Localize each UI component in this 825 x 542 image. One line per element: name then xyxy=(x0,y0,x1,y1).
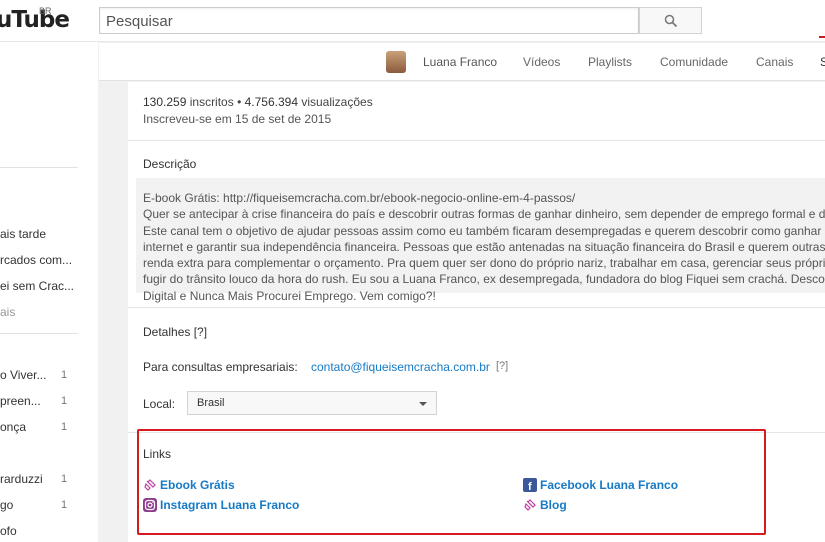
svg-text:f: f xyxy=(528,481,532,492)
search-input[interactable]: Pesquisar xyxy=(99,7,639,34)
section-divider xyxy=(128,140,825,141)
description-title: Descrição xyxy=(143,157,197,171)
subscription-item[interactable]: preen... xyxy=(0,394,41,408)
subscription-count: 1 xyxy=(61,473,68,485)
link-label: Blog xyxy=(540,498,567,512)
business-help-link[interactable]: [?] xyxy=(496,360,508,372)
tab-community[interactable]: Comunidade xyxy=(660,55,728,69)
description-text: E-book Grátis: http://fiqueisemcracha.co… xyxy=(143,191,825,303)
youtube-logo[interactable]: uTube xyxy=(0,7,70,33)
link-blog[interactable]: Blog xyxy=(523,498,567,512)
business-inquiries-label: Para consultas empresariais: xyxy=(143,360,298,374)
sidebar-item-playlist[interactable]: ei sem Crac... xyxy=(0,279,74,293)
subscription-count: 1 xyxy=(61,395,68,407)
views-label: visualizações xyxy=(298,95,373,109)
subscription-item[interactable]: rarduzzi xyxy=(0,472,43,486)
tab-about[interactable]: S xyxy=(820,55,825,69)
channel-stats: 130.259 inscritos • 4.756.394 visualizaç… xyxy=(143,95,373,109)
facebook-icon: f xyxy=(523,478,537,492)
instagram-icon xyxy=(143,498,157,512)
sidebar-divider xyxy=(0,333,78,334)
subscription-item[interactable]: onça xyxy=(0,420,26,434)
description-box: E-book Grátis: http://fiqueisemcracha.co… xyxy=(136,178,825,303)
subscription-item[interactable]: ofo xyxy=(0,524,17,538)
subscription-count: 1 xyxy=(61,499,68,511)
active-tab-indicator xyxy=(819,36,825,38)
tab-playlists[interactable]: Playlists xyxy=(588,55,632,69)
link-label: Ebook Grátis xyxy=(160,478,235,492)
link-label: Instagram Luana Franco xyxy=(160,498,300,512)
subscriber-label: inscritos • xyxy=(186,95,245,109)
sidebar-item-more[interactable]: ais xyxy=(0,305,15,319)
tab-channels[interactable]: Canais xyxy=(756,55,793,69)
subscriber-count: 130.259 xyxy=(143,95,187,109)
sidebar-divider xyxy=(0,167,78,168)
location-label: Local: xyxy=(143,397,176,411)
link-ebook[interactable]: Ebook Grátis xyxy=(143,478,235,492)
search-icon xyxy=(664,14,677,27)
subscription-item[interactable]: o Viver... xyxy=(0,368,46,382)
business-email-link[interactable]: contato@fiqueisemcracha.com.br xyxy=(311,360,490,374)
channel-tabs: Luana Franco Vídeos Playlists Comunidade… xyxy=(99,43,825,81)
left-sidebar: ais tarde rcados com... ei sem Crac... a… xyxy=(0,42,98,542)
chevron-down-icon xyxy=(419,402,427,406)
link-label: Facebook Luana Franco xyxy=(540,478,679,492)
link-instagram[interactable]: Instagram Luana Franco xyxy=(143,498,299,512)
ebook-link-icon xyxy=(143,478,157,492)
region-badge: BR xyxy=(39,6,52,16)
location-select[interactable]: Brasil xyxy=(187,391,437,415)
location-value: Brasil xyxy=(197,397,225,409)
search-button[interactable] xyxy=(639,7,702,34)
subscription-count: 1 xyxy=(61,421,68,433)
links-title: Links xyxy=(143,447,172,461)
tab-channel-home[interactable]: Luana Franco xyxy=(423,55,497,69)
joined-date: Inscreveu-se em 15 de set de 2015 xyxy=(143,112,332,126)
sidebar-item-liked[interactable]: rcados com... xyxy=(0,253,72,267)
blog-link-icon xyxy=(523,498,537,512)
link-facebook[interactable]: f Facebook Luana Franco xyxy=(523,478,678,492)
section-divider xyxy=(128,307,825,308)
view-count: 4.756.394 xyxy=(244,95,298,109)
sidebar-item-watch-later[interactable]: ais tarde xyxy=(0,227,46,241)
tab-videos[interactable]: Vídeos xyxy=(523,55,560,69)
subscription-count: 1 xyxy=(61,369,68,381)
details-title[interactable]: Detalhes [?] xyxy=(143,325,207,339)
top-bar: uTube BR Pesquisar xyxy=(0,0,825,42)
subscription-item[interactable]: go xyxy=(0,498,13,512)
channel-avatar[interactable] xyxy=(386,51,406,73)
